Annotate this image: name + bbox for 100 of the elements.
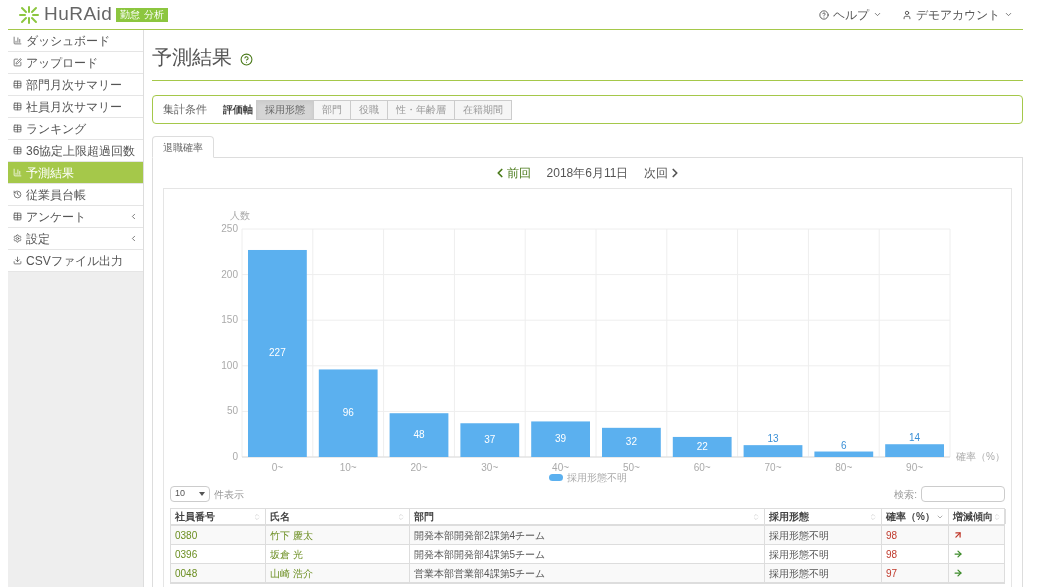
search-label: 検索: (894, 487, 917, 502)
axis-label: 40~ (551, 462, 569, 473)
axis-label: 50~ (622, 462, 640, 473)
sidebar-item[interactable]: CSVファイル出力 (8, 250, 143, 272)
sidebar-item[interactable]: アンケート (8, 206, 143, 228)
data-label: 37 (483, 434, 495, 446)
axis-label: 60~ (693, 462, 711, 473)
menu-icon (13, 190, 22, 199)
segment-button[interactable]: 採用形態 (256, 99, 314, 120)
employee-name-link[interactable]: 山崎 浩介 (266, 564, 410, 582)
axis-title: 確率（%） (955, 451, 1005, 462)
data-label: 14 (908, 432, 920, 444)
axis-label: 20~ (410, 462, 427, 473)
data-label: 6 (840, 439, 847, 451)
data-label: 48 (412, 429, 425, 441)
menu-icon (13, 234, 22, 243)
bar (601, 427, 661, 457)
menu-icon (13, 58, 22, 67)
column-header[interactable]: 増減傾向 (949, 509, 1006, 524)
page-size-select[interactable]: 10 (170, 486, 210, 502)
legend-swatch (548, 474, 563, 481)
user-icon (902, 9, 912, 20)
axis-label: 250 (220, 223, 238, 234)
caret-icon (1004, 10, 1013, 19)
column-header[interactable]: 氏名 (266, 509, 410, 524)
axis-label: 0 (231, 451, 238, 462)
data-label: 13 (766, 433, 779, 445)
previous-link[interactable]: 前回 (492, 164, 531, 182)
sort-icon (253, 512, 261, 521)
legend-label: 採用形態不明 (566, 471, 627, 485)
sidebar-item[interactable]: 社員月次サマリー (8, 96, 143, 118)
column-header[interactable]: 確率（%） (882, 509, 949, 524)
table-cell: 開発本部開発部2課第4チーム (410, 526, 765, 544)
chevron-icon (129, 234, 138, 243)
menu-icon (13, 168, 22, 177)
bar (530, 421, 590, 457)
column-header[interactable]: 社員番号 (171, 509, 266, 524)
logo-text: HuRAid (44, 2, 113, 27)
chevron-icon (129, 212, 138, 221)
sidebar-item[interactable]: 部門月次サマリー (8, 74, 143, 96)
bar (743, 445, 802, 457)
axis-label: 150 (220, 314, 238, 326)
column-header[interactable]: 採用形態 (765, 509, 882, 524)
page-size-label: 件表示 (214, 487, 244, 502)
sidebar-item[interactable]: 36協定上限超過回数 (8, 140, 143, 162)
menu-icon (13, 256, 22, 265)
section-title: 集計条件 (163, 102, 207, 118)
column-header[interactable]: 部門 (410, 509, 765, 524)
sidebar-item[interactable]: 設定 (8, 228, 143, 250)
table-cell: 98 (882, 526, 949, 544)
table-cell: 98 (882, 545, 949, 563)
axis-label: 90~ (905, 462, 923, 473)
bar (813, 451, 873, 457)
axis-label: 30~ (480, 462, 498, 473)
axis-title: 人数 (229, 210, 250, 221)
employee-id-link[interactable]: 0048 (171, 564, 266, 582)
axis-label: 0~ (271, 462, 283, 473)
table-cell: 採用形態不明 (765, 564, 882, 582)
sidebar-item[interactable]: アップロード (8, 52, 143, 74)
menu-icon (13, 102, 22, 111)
sort-icon (752, 512, 760, 521)
sort-icon (397, 512, 405, 521)
tab[interactable]: 退職確率 (152, 136, 214, 158)
current-date: 2018年6月11日 (546, 165, 629, 182)
page-title: 予測結果 (152, 45, 232, 70)
data-label: 227 (268, 347, 286, 359)
sidebar-item[interactable]: 従業員台帳 (8, 184, 143, 206)
next-link[interactable]: 次回 (644, 164, 683, 182)
table-cell: 97 (882, 564, 949, 582)
header-menu[interactable]: デモアカウント (902, 5, 1013, 24)
axis-label: 50 (226, 405, 238, 417)
bar (459, 423, 519, 457)
employee-name-link[interactable]: 坂倉 光 (266, 545, 410, 563)
help-icon[interactable] (240, 52, 253, 66)
employee-name-link[interactable]: 竹下 慶太 (266, 526, 410, 544)
table-cell: 採用形態不明 (765, 545, 882, 563)
table-cell: 開発本部開発部4課第5チーム (410, 545, 765, 563)
sort-icon (993, 512, 1001, 521)
menu-icon (13, 212, 22, 221)
data-label: 22 (696, 440, 708, 452)
bar (389, 413, 448, 457)
menu-icon (13, 80, 22, 89)
sort-icon (869, 512, 877, 521)
table-cell: 採用形態不明 (765, 526, 882, 544)
header-menu[interactable]: ヘルプ (819, 5, 882, 24)
data-label: 32 (625, 436, 637, 448)
field-label: 評価軸 (223, 103, 253, 117)
sidebar-item[interactable]: ダッシュボード (8, 30, 143, 52)
axis-label: 100 (220, 359, 238, 371)
sidebar-item[interactable]: ランキング (8, 118, 143, 140)
axis-label: 200 (220, 268, 238, 280)
help-icon (819, 9, 829, 20)
employee-id-link[interactable]: 0380 (171, 526, 266, 544)
axis-label: 70~ (764, 462, 781, 473)
menu-icon (13, 36, 22, 45)
data-label: 39 (554, 433, 566, 445)
search-field[interactable] (921, 486, 1005, 502)
employee-id-link[interactable]: 0396 (171, 545, 266, 563)
axis-label: 80~ (834, 462, 852, 473)
bar (672, 436, 732, 457)
